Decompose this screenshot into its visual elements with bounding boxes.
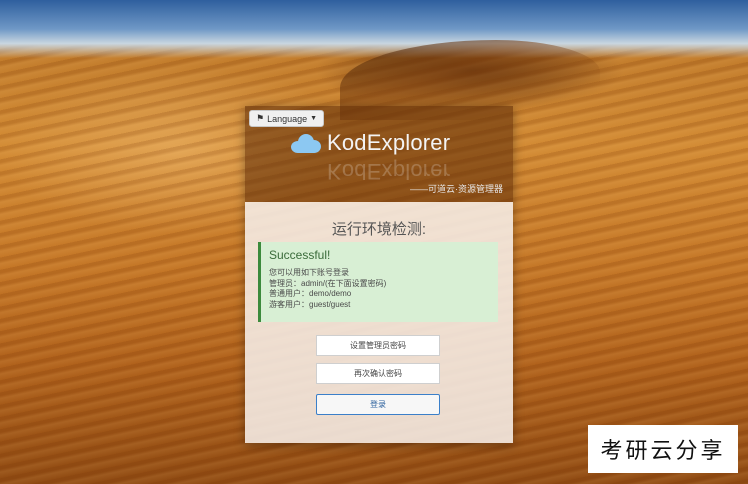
info-line: 您可以用如下账号登录 [269, 268, 349, 277]
flag-icon: ⚑ [256, 113, 265, 123]
app-name-reflection: KodExplorer [327, 159, 451, 184]
language-label: Language [267, 113, 308, 124]
logo-reflection: KodExplorer [291, 158, 450, 184]
info-line: 普通用户：demo/demo [269, 289, 352, 298]
info-line: 管理员：admin/(在下面设置密码) [269, 278, 387, 288]
success-status: Successful! [269, 248, 331, 262]
language-button[interactable]: ⚑ Language ▼ [249, 110, 325, 127]
cloud-icon [291, 133, 321, 153]
success-alert: Successful! 您可以用如下账号登录 管理员：admin/(在下面设置密… [258, 242, 498, 322]
set-password-field[interactable]: 设置管理员密码 [316, 335, 440, 356]
watermark: 考研云分享 [588, 425, 738, 473]
confirm-password-field[interactable]: 再次确认密码 [316, 363, 440, 384]
app-tagline: ——可道云·资源管理器 [410, 184, 503, 194]
panel-header: ⚑ Language ▼ KodExplorer KodExplorer ——可… [245, 106, 513, 202]
app-name: KodExplorer [327, 130, 451, 155]
login-panel: ⚑ Language ▼ KodExplorer KodExplorer ——可… [245, 106, 513, 443]
check-title: 运行环境检测: [331, 221, 427, 238]
caret-down-icon: ▼ [310, 115, 318, 122]
app-logo: KodExplorer [291, 130, 450, 156]
login-button[interactable]: 登录 [316, 394, 440, 415]
info-line: 游客用户：guest/guest [269, 299, 351, 309]
